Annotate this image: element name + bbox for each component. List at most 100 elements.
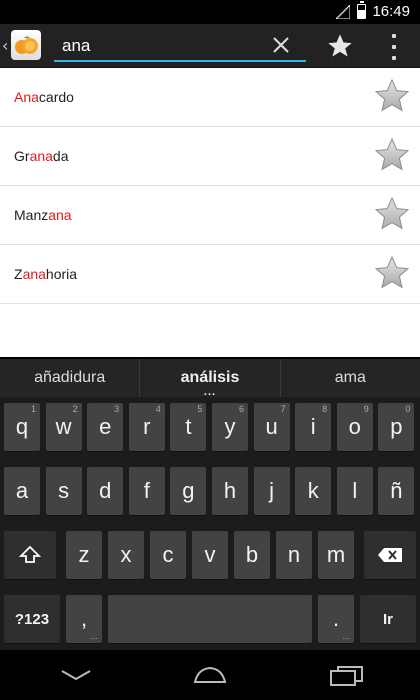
clock: 16:49: [372, 3, 410, 20]
key-s[interactable]: s: [45, 467, 82, 515]
key-w[interactable]: w2: [45, 403, 82, 451]
status-bar: 16:49: [0, 0, 420, 24]
overflow-menu-icon[interactable]: [388, 34, 400, 60]
navigation-bar: [0, 650, 420, 700]
key-c[interactable]: c: [150, 531, 186, 579]
key-label: r: [143, 414, 151, 439]
result-word: Manzana: [14, 207, 72, 223]
key-k[interactable]: k: [295, 467, 332, 515]
word-match-highlight: ana: [22, 266, 46, 282]
key-h[interactable]: h: [212, 467, 248, 515]
battery-icon: [357, 1, 366, 19]
result-word: Granada: [14, 148, 69, 164]
key-hint: 3: [114, 404, 120, 414]
key-q[interactable]: q1: [4, 403, 40, 451]
result-row[interactable]: Zanahoria: [0, 245, 420, 304]
period-key[interactable]: .: [318, 595, 354, 643]
key-o[interactable]: o9: [336, 403, 373, 451]
key-u[interactable]: u7: [253, 403, 290, 451]
key-d[interactable]: d: [87, 467, 124, 515]
suggestion-3[interactable]: ama: [279, 359, 420, 397]
key-label: t: [185, 414, 192, 439]
back-nav-icon[interactable]: [56, 664, 96, 686]
orange-fruit-icon: [15, 36, 38, 54]
suggestion-strip: añadidura análisis ama: [0, 359, 420, 398]
word-prefix: Gr: [14, 148, 30, 164]
key-a[interactable]: a: [4, 467, 40, 515]
key-y[interactable]: y6: [212, 403, 248, 451]
space-key[interactable]: [108, 595, 312, 643]
result-row[interactable]: Anacardo: [0, 68, 420, 127]
key-label: w: [55, 414, 72, 439]
search-box[interactable]: [54, 28, 306, 62]
key-e[interactable]: e3: [87, 403, 124, 451]
key-label: q: [15, 414, 29, 439]
key-p[interactable]: p0: [378, 403, 415, 451]
key-hint: 1: [30, 404, 36, 414]
key-hint: 0: [405, 404, 411, 414]
result-word: Anacardo: [14, 89, 74, 105]
suggestion-2[interactable]: análisis: [139, 359, 279, 398]
result-word: Zanahoria: [14, 266, 77, 282]
key-b[interactable]: b: [234, 531, 270, 579]
recent-apps-nav-icon[interactable]: [326, 664, 366, 686]
shift-icon: [19, 545, 41, 563]
action-bar: ‹: [0, 24, 420, 68]
word-match-highlight: ana: [29, 148, 53, 164]
results-list: Anacardo Granada Manzana Zanahoria: [0, 68, 420, 357]
word-match-highlight: ana: [48, 207, 72, 223]
key-t[interactable]: t5: [170, 403, 207, 451]
favorite-star-icon[interactable]: [374, 255, 410, 291]
key-n[interactable]: n: [276, 531, 312, 579]
key-label: e: [99, 414, 112, 439]
key-v[interactable]: v: [192, 531, 228, 579]
favorite-star-icon[interactable]: [374, 137, 410, 173]
word-match-highlight: Ana: [14, 89, 39, 105]
backspace-key[interactable]: [364, 531, 416, 579]
favorite-star-icon[interactable]: [374, 78, 410, 114]
symbols-key[interactable]: ?123: [4, 595, 60, 643]
shift-key[interactable]: [4, 531, 56, 579]
signal-icon: [336, 5, 350, 19]
app-logo[interactable]: [11, 30, 41, 60]
word-suffix: da: [52, 148, 69, 164]
key-ñ[interactable]: ñ: [378, 467, 415, 515]
key-l[interactable]: l: [336, 467, 373, 515]
key-x[interactable]: x: [108, 531, 144, 579]
key-i[interactable]: i8: [295, 403, 332, 451]
favorites-star-icon[interactable]: [326, 32, 354, 60]
key-r[interactable]: r4: [128, 403, 165, 451]
key-hint: 2: [72, 404, 78, 414]
key-hint: 6: [238, 404, 244, 414]
key-j[interactable]: j: [253, 467, 290, 515]
suggestion-1[interactable]: añadidura: [0, 359, 139, 397]
back-chevron-icon[interactable]: ‹: [2, 36, 8, 55]
key-f[interactable]: f: [128, 467, 165, 515]
soft-keyboard: ?123 , . Ir q1w2e3r4t5y6u7i8o9p0asdfghjk…: [0, 397, 420, 650]
favorite-star-icon[interactable]: [374, 196, 410, 232]
word-suffix: horia: [45, 266, 78, 282]
home-nav-icon[interactable]: [190, 664, 230, 686]
word-prefix: Z: [14, 266, 23, 282]
word-prefix: Manz: [14, 207, 49, 223]
result-row[interactable]: Manzana: [0, 186, 420, 245]
key-label: u: [265, 414, 278, 439]
key-g[interactable]: g: [170, 467, 207, 515]
result-row[interactable]: Granada: [0, 127, 420, 186]
comma-key[interactable]: ,: [66, 595, 102, 643]
key-label: p: [390, 414, 403, 439]
key-z[interactable]: z: [66, 531, 102, 579]
clear-icon[interactable]: [270, 34, 292, 56]
key-hint: 8: [322, 404, 328, 414]
key-hint: 4: [155, 404, 161, 414]
key-hint: 7: [280, 404, 286, 414]
key-hint: 9: [363, 404, 369, 414]
key-label: o: [348, 414, 361, 439]
key-hint: 5: [197, 404, 203, 414]
key-label: i: [310, 414, 316, 439]
key-label: y: [224, 414, 236, 439]
search-input[interactable]: [62, 34, 262, 58]
enter-key[interactable]: Ir: [360, 595, 416, 643]
key-m[interactable]: m: [318, 531, 354, 579]
backspace-icon: [378, 548, 402, 562]
